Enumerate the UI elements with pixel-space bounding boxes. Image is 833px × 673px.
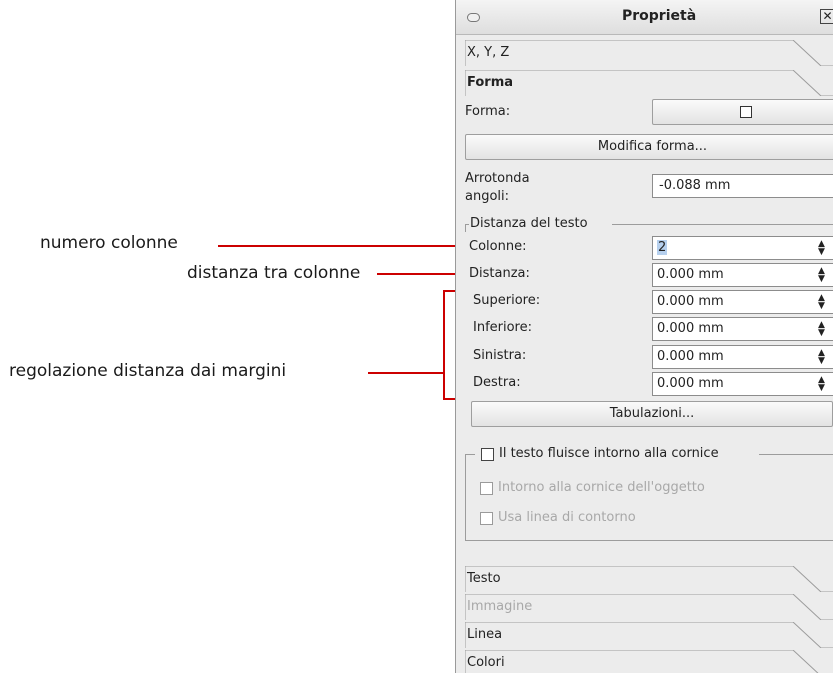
- arrotonda-label-line1: Arrotonda: [465, 171, 530, 186]
- annotation-regolazione: regolazione distanza dai margini: [9, 361, 287, 381]
- tab-linea[interactable]: Linea: [465, 622, 833, 648]
- tab-linea-label: Linea: [467, 627, 503, 642]
- colonne-value: 2: [657, 240, 668, 255]
- tab-forma[interactable]: Forma: [465, 70, 833, 96]
- sinistra-value: 0.000 mm: [657, 349, 724, 364]
- destra-label: Destra:: [473, 375, 521, 390]
- flow-around-frame-checkbox[interactable]: [481, 448, 494, 461]
- contour-line-checkbox[interactable]: [480, 512, 493, 525]
- arrotonda-value: -0.088 mm: [659, 178, 731, 193]
- tab-forma-label: Forma: [467, 75, 514, 90]
- close-icon[interactable]: ✕: [820, 9, 833, 24]
- destra-value: 0.000 mm: [657, 376, 724, 391]
- flow-around-frame-label: Il testo fluisce intorno alla cornice: [499, 446, 719, 461]
- annotation-line-colonne: [218, 245, 468, 247]
- tab-xyz[interactable]: X, Y, Z: [465, 40, 833, 66]
- tab-outline: [465, 622, 833, 648]
- group-top-line-left: [465, 454, 475, 455]
- superiore-value: 0.000 mm: [657, 294, 724, 309]
- distanza-testo-title: Distanza del testo: [470, 216, 588, 231]
- inferiore-label: Inferiore:: [473, 320, 532, 335]
- properties-panel: Proprietà ✕ X, Y, Z Forma Forma: Modific…: [455, 0, 833, 673]
- spin-arrows-icon[interactable]: ▲ ▼: [818, 376, 825, 393]
- distanza-spinbox[interactable]: 0.000 mm ▲ ▼: [652, 263, 833, 287]
- around-object-frame-label: Intorno alla cornice dell'oggetto: [498, 480, 705, 495]
- group-line-right: [612, 224, 833, 225]
- arrotonda-label-line2: angoli:: [465, 189, 510, 204]
- around-object-frame-checkbox[interactable]: [480, 482, 493, 495]
- arrotonda-angoli-spinbox[interactable]: -0.088 mm ▲▼: [652, 174, 833, 198]
- annotation-bracket-vertical: [443, 290, 445, 400]
- modifica-forma-button[interactable]: Modifica forma...: [465, 134, 833, 160]
- sinistra-spinbox[interactable]: 0.000 mm ▲ ▼: [652, 345, 833, 369]
- square-icon: [740, 105, 752, 118]
- group-left-line: [465, 454, 466, 540]
- tab-outline: [465, 70, 833, 96]
- annotation-line-regolazione: [368, 372, 445, 374]
- tab-testo[interactable]: Testo: [465, 566, 833, 592]
- tab-outline: [465, 40, 833, 66]
- spin-arrows-icon[interactable]: ▲ ▼: [818, 294, 825, 311]
- superiore-spinbox[interactable]: 0.000 mm ▲ ▼: [652, 290, 833, 314]
- inferiore-spinbox[interactable]: 0.000 mm ▲ ▼: [652, 317, 833, 341]
- group-line-vert: [465, 224, 466, 232]
- superiore-label: Superiore:: [473, 293, 541, 308]
- window-title: Proprietà: [622, 8, 697, 24]
- tab-outline: [465, 566, 833, 592]
- spin-arrows-icon[interactable]: ▲ ▼: [818, 267, 825, 284]
- colonne-label: Colonne:: [469, 239, 527, 254]
- inferiore-value: 0.000 mm: [657, 321, 724, 336]
- tab-xyz-label: X, Y, Z: [467, 45, 510, 60]
- annotation-numero-colonne: numero colonne: [40, 233, 178, 253]
- tab-testo-label: Testo: [467, 571, 501, 586]
- shape-button[interactable]: [652, 99, 833, 125]
- tab-immagine[interactable]: Immagine: [465, 594, 833, 620]
- group-top-line-right: [759, 454, 833, 455]
- tab-colori-label: Colori: [467, 655, 505, 670]
- group-bottom-line: [465, 540, 833, 541]
- spin-arrows-icon[interactable]: ▲ ▼: [818, 349, 825, 366]
- annotation-distanza-colonne: distanza tra colonne: [187, 263, 361, 283]
- spin-arrows-icon[interactable]: ▲ ▼: [818, 321, 825, 338]
- destra-spinbox[interactable]: 0.000 mm ▲ ▼: [652, 372, 833, 396]
- distanza-value: 0.000 mm: [657, 267, 724, 282]
- tab-colori[interactable]: Colori: [465, 650, 833, 673]
- tabulazioni-button[interactable]: Tabulazioni...: [471, 401, 833, 427]
- distanza-label: Distanza:: [469, 266, 530, 281]
- sinistra-label: Sinistra:: [473, 348, 527, 363]
- contour-line-label: Usa linea di contorno: [498, 510, 636, 525]
- tab-immagine-label: Immagine: [467, 599, 533, 614]
- colonne-spinbox[interactable]: 2 ▲ ▼: [652, 236, 833, 260]
- tab-outline: [465, 650, 819, 673]
- window-menu-icon[interactable]: [467, 13, 480, 22]
- spin-arrows-icon[interactable]: ▲ ▼: [818, 240, 825, 257]
- shape-label: Forma:: [465, 104, 511, 119]
- title-bar: Proprietà ✕: [456, 0, 833, 35]
